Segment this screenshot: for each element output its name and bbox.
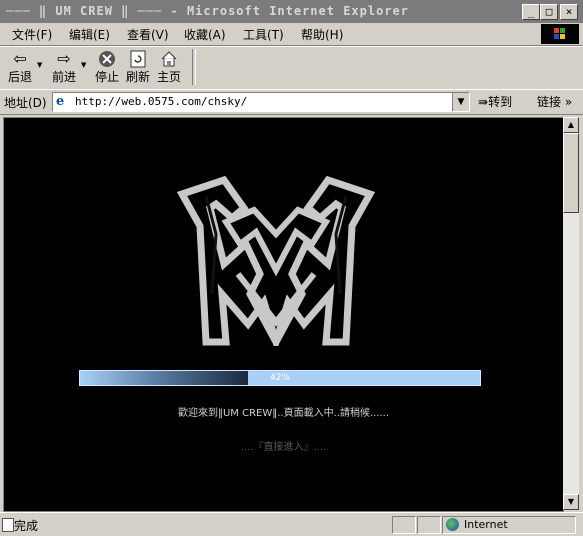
links-button[interactable]: 链接 » (537, 93, 572, 110)
stop-button[interactable]: 停止 (92, 49, 122, 87)
back-dropdown-icon[interactable]: ▼ (37, 61, 42, 69)
vertical-scrollbar[interactable]: ▲ ▼ (563, 117, 579, 510)
progress-label: 42% (269, 373, 290, 383)
address-dropdown-icon[interactable]: ▼ (452, 93, 469, 111)
window-title: ─── ‖ UM CREW ‖ ─── - Microsoft Internet… (6, 4, 410, 18)
address-bar: 地址(D) e http://web.0575.com/chsky/ ▼ ⇛转到… (0, 89, 583, 115)
status-bar: 完成 Internet (0, 512, 583, 536)
zone-text: Internet (464, 518, 508, 531)
scroll-up-button[interactable]: ▲ (563, 117, 579, 133)
um-crew-logo (176, 175, 376, 346)
forward-arrow-icon: ⇨ (57, 49, 71, 68)
welcome-message: 歡迎來到‖UM CREW‖..頁面載入中..請稍候...... (177, 408, 390, 419)
maximize-button[interactable]: □ (540, 4, 558, 20)
enter-link[interactable]: ....『直接進入』.... (4, 438, 563, 453)
chevron-right-icon: » (561, 95, 573, 109)
stop-icon (92, 49, 122, 69)
title-bar: ─── ‖ UM CREW ‖ ─── - Microsoft Internet… (0, 0, 583, 24)
scroll-thumb[interactable] (563, 133, 579, 213)
page-status-icon (2, 518, 14, 532)
loading-progress-bar: 42% (79, 370, 481, 386)
address-input[interactable]: e http://web.0575.com/chsky/ ▼ (52, 92, 470, 112)
windows-logo-icon (541, 24, 579, 44)
forward-button[interactable]: ⇨ 前进 (48, 49, 80, 87)
menu-help[interactable]: 帮助(H) (301, 26, 343, 43)
zone-pane: Internet (442, 516, 576, 534)
scroll-down-button[interactable]: ▼ (563, 494, 579, 510)
home-button[interactable]: 主页 (154, 49, 184, 87)
back-arrow-icon: ⇦ (13, 49, 27, 68)
forward-dropdown-icon[interactable]: ▼ (81, 61, 86, 69)
go-arrow-icon: ⇛ (478, 95, 489, 109)
menu-file[interactable]: 文件(F) (12, 26, 52, 43)
toolbar: ⇦ 后退 ▼ ⇨ 前进 ▼ 停止 刷新 主页 (0, 46, 583, 90)
menu-bar: 文件(F) 编辑(E) 查看(V) 收藏(A) 工具(T) 帮助(H) (0, 23, 583, 46)
status-text: 完成 (14, 519, 39, 533)
address-label: 地址(D) (4, 96, 47, 110)
toolbar-separator (192, 49, 196, 85)
ie-page-icon: e (56, 94, 65, 109)
menu-view[interactable]: 查看(V) (127, 26, 169, 43)
menu-tools[interactable]: 工具(T) (243, 26, 284, 43)
home-icon (154, 49, 184, 69)
status-pane (417, 516, 441, 534)
address-url[interactable]: http://web.0575.com/chsky/ (75, 95, 247, 108)
go-button[interactable]: ⇛转到 (478, 93, 512, 110)
globe-icon (446, 518, 459, 531)
close-button[interactable]: × (560, 4, 578, 20)
page-viewport: 42% 歡迎來到‖UM CREW‖..頁面載入中..請稍候...... ....… (3, 117, 564, 512)
menu-favorites[interactable]: 收藏(A) (184, 26, 226, 43)
refresh-button[interactable]: 刷新 (123, 49, 153, 87)
minimize-button[interactable]: _ (522, 4, 540, 20)
menu-edit[interactable]: 编辑(E) (69, 26, 110, 43)
refresh-icon (123, 49, 153, 69)
back-button[interactable]: ⇦ 后退 (4, 49, 36, 87)
status-pane (392, 516, 416, 534)
